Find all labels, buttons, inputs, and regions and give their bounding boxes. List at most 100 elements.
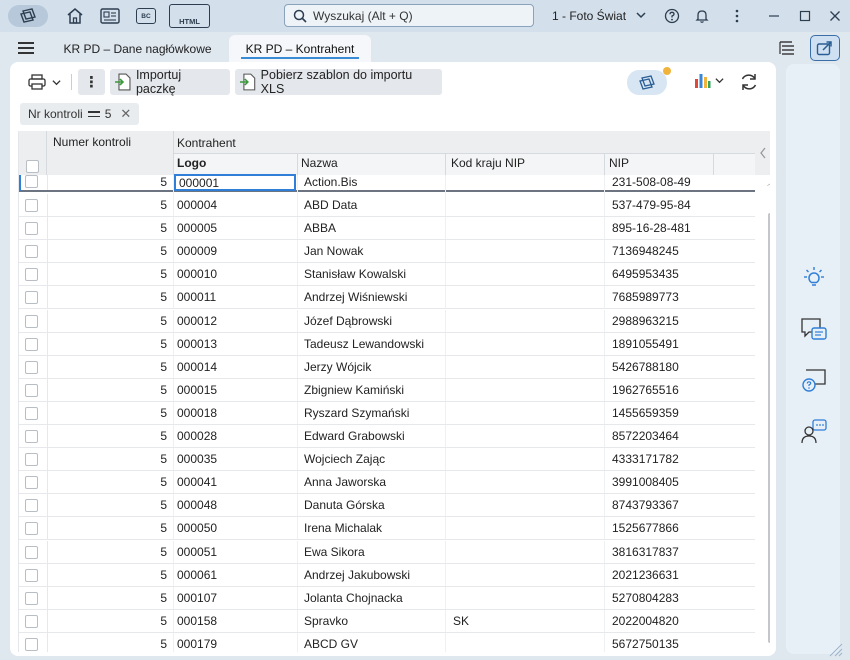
table-row[interactable]: 5 000050 Irena Michalak 1525677866: [19, 517, 755, 541]
cell-nip[interactable]: 1455659359: [612, 402, 742, 424]
cell-logo[interactable]: 000018: [177, 402, 297, 424]
cell-nazwa[interactable]: Ryszard Szymański: [304, 402, 444, 424]
vertical-scrollbar[interactable]: ︿: [767, 177, 770, 649]
cell-logo[interactable]: 000179: [177, 633, 297, 652]
cell-logo[interactable]: 000014: [177, 356, 297, 378]
chevron-left-icon[interactable]: [755, 131, 770, 175]
cell-kod-kraju-nip[interactable]: [453, 333, 603, 355]
close-button[interactable]: [825, 6, 845, 26]
row-checkbox[interactable]: [25, 499, 38, 513]
cell-nip[interactable]: 6495953435: [612, 263, 742, 285]
table-row[interactable]: 5 000035 Wojciech Zając 4333171782: [19, 448, 755, 472]
cell-nip[interactable]: 5426788180: [612, 356, 742, 378]
cell-nip[interactable]: 5270804283: [612, 587, 742, 609]
row-checkbox[interactable]: [25, 522, 38, 536]
cell-numer-kontroli[interactable]: 5: [47, 194, 169, 216]
row-checkbox[interactable]: [25, 291, 38, 305]
cell-nazwa[interactable]: Stanisław Kowalski: [304, 263, 444, 285]
cell-numer-kontroli[interactable]: 5: [47, 540, 169, 563]
table-row[interactable]: 5 000107 Jolanta Chojnacka 5270804283: [19, 586, 755, 610]
cell-nazwa[interactable]: Jolanta Chojnacka: [304, 587, 444, 609]
cell-nip[interactable]: 1525677866: [612, 517, 742, 539]
col-header-kontrahent[interactable]: Kontrahent: [177, 136, 236, 150]
chevron-down-icon[interactable]: [636, 9, 646, 23]
cell-kod-kraju-nip[interactable]: [453, 356, 603, 378]
row-checkbox[interactable]: [25, 222, 38, 236]
cell-logo[interactable]: 000028: [177, 425, 297, 447]
company-selector[interactable]: 1 - Foto Świat: [552, 9, 626, 23]
cell-kod-kraju-nip[interactable]: [453, 194, 603, 216]
maximize-button[interactable]: [795, 6, 815, 26]
list-tree-icon[interactable]: [778, 40, 796, 59]
cell-numer-kontroli[interactable]: 5: [47, 240, 169, 263]
cell-nip[interactable]: 4333171782: [612, 448, 742, 470]
table-row[interactable]: 5 000004 ABD Data 537-479-95-84: [19, 194, 755, 217]
cell-numer-kontroli[interactable]: 5: [47, 286, 169, 309]
cell-nazwa[interactable]: ABCD GV: [304, 633, 444, 652]
cell-kod-kraju-nip[interactable]: [453, 217, 603, 239]
print-button[interactable]: [22, 69, 66, 95]
cell-kod-kraju-nip[interactable]: [453, 402, 603, 424]
cell-logo[interactable]: 000013: [177, 333, 297, 355]
col-header-numer-kontroli[interactable]: Numer kontroli: [53, 135, 131, 149]
cell-kod-kraju-nip[interactable]: [453, 425, 603, 447]
row-checkbox[interactable]: [25, 591, 38, 605]
table-row[interactable]: 5 000011 Andrzej Wiśniewski 7685989773: [19, 286, 755, 310]
cell-nazwa[interactable]: Andrzej Jakubowski: [304, 564, 444, 586]
cell-numer-kontroli[interactable]: 5: [47, 355, 169, 378]
col-header-nazwa[interactable]: Nazwa: [301, 156, 338, 170]
cell-nip[interactable]: 5672750135: [612, 633, 742, 652]
cell-nip[interactable]: 3991008405: [612, 471, 742, 493]
cell-kod-kraju-nip[interactable]: [453, 263, 603, 285]
resize-grip-icon[interactable]: [826, 640, 844, 660]
cell-logo[interactable]: 000009: [177, 240, 297, 262]
cell-nazwa[interactable]: Irena Michalak: [304, 517, 444, 539]
row-checkbox[interactable]: [25, 337, 38, 351]
search-box[interactable]: [284, 4, 534, 27]
cell-kod-kraju-nip[interactable]: [453, 541, 603, 563]
cell-nazwa[interactable]: ABD Data: [304, 194, 444, 216]
cell-kod-kraju-nip[interactable]: SK: [453, 610, 603, 632]
table-row[interactable]: 5 000015 Zbigniew Kamiński 1962765516: [19, 378, 755, 402]
select-all-checkbox[interactable]: [26, 160, 39, 173]
cell-nazwa[interactable]: Józef Dąbrowski: [304, 310, 444, 332]
row-checkbox[interactable]: [25, 568, 38, 582]
import-package-button[interactable]: Importuj paczkę: [110, 68, 230, 96]
lightbulb-icon[interactable]: [799, 263, 829, 293]
chart-menu-button[interactable]: [693, 71, 724, 89]
cell-nazwa[interactable]: Spravko: [304, 610, 444, 632]
row-checkbox[interactable]: [25, 175, 38, 188]
cell-numer-kontroli[interactable]: 5: [47, 425, 169, 447]
table-row[interactable]: 5 000018 Ryszard Szymański 1455659359: [19, 401, 755, 425]
table-row[interactable]: 5 000010 Stanisław Kowalski 6495953435: [19, 263, 755, 287]
cell-nazwa[interactable]: Jan Nowak: [304, 240, 444, 262]
table-row[interactable]: 5 000041 Anna Jaworska 3991008405: [19, 471, 755, 495]
cell-nazwa[interactable]: Wojciech Zając: [304, 448, 444, 470]
cell-numer-kontroli[interactable]: 5: [47, 632, 169, 652]
cell-nip[interactable]: 7685989773: [612, 286, 742, 308]
table-row[interactable]: 5 000005 ABBA 895-16-28-481: [19, 217, 755, 241]
cell-nip[interactable]: 537-479-95-84: [612, 194, 742, 216]
cell-numer-kontroli[interactable]: 5: [47, 471, 169, 494]
row-checkbox[interactable]: [25, 545, 38, 559]
refresh-icon[interactable]: [738, 71, 760, 96]
more-vertical-icon[interactable]: [727, 6, 747, 26]
scroll-up-icon[interactable]: ︿: [767, 177, 770, 188]
cell-nazwa[interactable]: Edward Grabowski: [304, 425, 444, 447]
cell-logo[interactable]: 000011: [177, 286, 297, 308]
row-checkbox[interactable]: [25, 430, 38, 443]
notification-bell-icon[interactable]: [692, 6, 712, 26]
tab-dane-naglowkowe[interactable]: KR PD – Dane nagłówkowe: [50, 35, 225, 62]
home-icon[interactable]: [65, 6, 85, 26]
layers-toggle-button[interactable]: [627, 67, 671, 95]
cell-logo[interactable]: 000107: [177, 587, 297, 609]
support-icon[interactable]: [799, 417, 829, 447]
cell-nip[interactable]: 1891055491: [612, 333, 742, 355]
cell-kod-kraju-nip[interactable]: [453, 587, 603, 609]
cell-nazwa[interactable]: Action.Bis: [304, 175, 444, 190]
minimize-button[interactable]: [764, 6, 784, 26]
search-input[interactable]: [313, 8, 513, 23]
row-checkbox[interactable]: [25, 199, 38, 212]
table-row[interactable]: 5 000061 Andrzej Jakubowski 2021236631: [19, 563, 755, 587]
row-checkbox[interactable]: [25, 614, 38, 628]
